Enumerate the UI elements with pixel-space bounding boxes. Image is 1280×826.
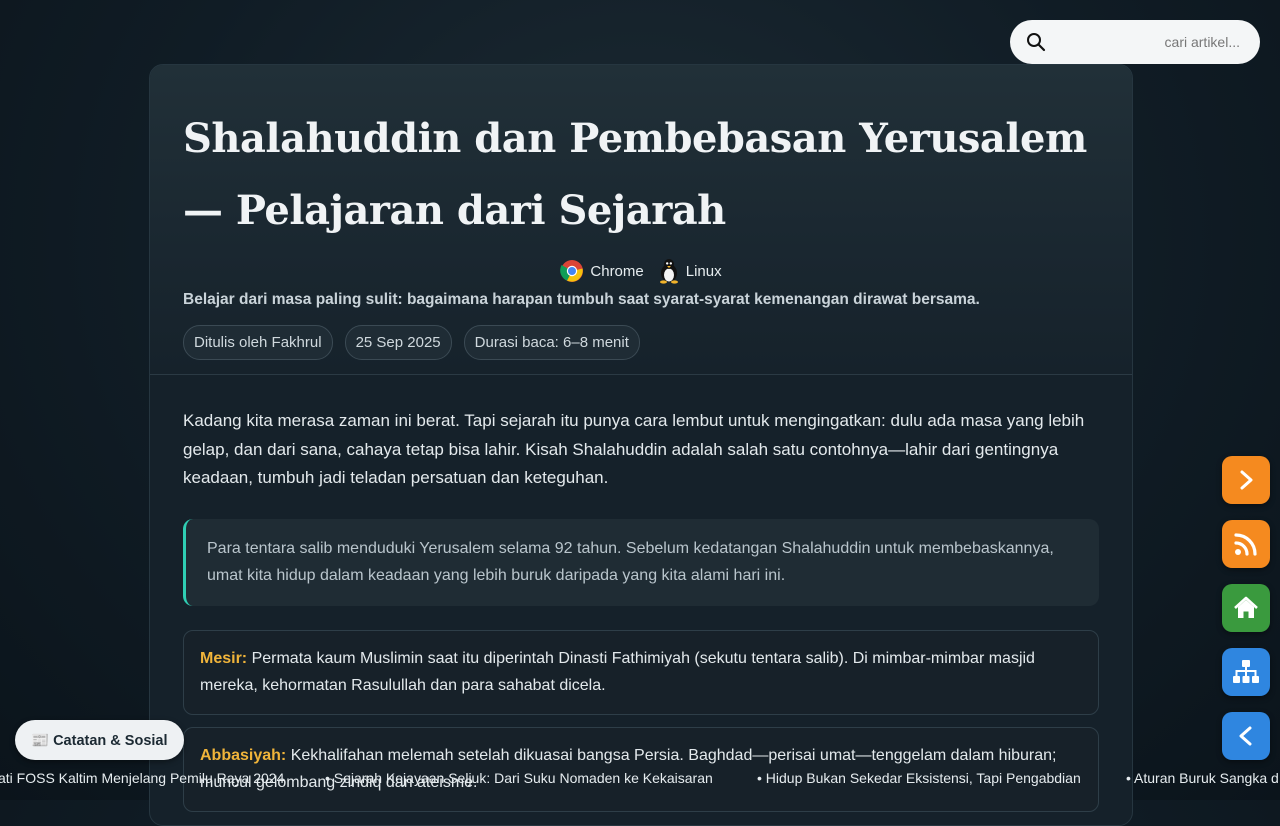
back-button[interactable] [1222, 712, 1270, 760]
article-card: Shalahuddin dan Pembebasan Yerusalem — P… [149, 64, 1133, 826]
next-button[interactable] [1222, 456, 1270, 504]
platform-badges: Chrome Linux [183, 257, 1099, 285]
linux-tux-icon [659, 259, 678, 284]
article-subtitle: Belajar dari masa paling sulit: bagaiman… [183, 291, 980, 308]
badge-chrome: Chrome [560, 259, 644, 283]
article-body: Kadang kita merasa zaman ini berat. Tapi… [150, 375, 1132, 812]
ticker-item[interactable]: • Aturan Buruk Sangka d [1126, 770, 1279, 786]
info-box-mesir: Mesir: Permata kaum Muslimin saat itu di… [183, 629, 1099, 715]
ticker-item[interactable]: • Hidup Bukan Sekedar Eksistensi, Tapi P… [757, 770, 1081, 786]
badge-linux-label: Linux [685, 262, 722, 280]
chevron-right-icon [1240, 470, 1253, 490]
author-pill: Ditulis oleh Fakhrul [183, 325, 333, 360]
article-header: Shalahuddin dan Pembebasan Yerusalem — P… [150, 65, 1132, 375]
search-bar[interactable] [1010, 20, 1260, 64]
sitemap-button[interactable] [1222, 648, 1270, 696]
chevron-left-icon [1239, 726, 1252, 746]
date-pill: 25 Sep 2025 [344, 325, 452, 360]
badge-chrome-label: Chrome [590, 262, 644, 280]
search-icon [1027, 33, 1046, 52]
home-button[interactable] [1222, 584, 1270, 632]
read-time-pill: Durasi baca: 6–8 menit [463, 325, 640, 360]
info-box-text: Permata kaum Muslimin saat itu diperinta… [200, 649, 1035, 695]
info-box-key: Abbasiyah: [200, 746, 287, 764]
ticker-item[interactable]: ati FOSS Kaltim Menjelang Pemilu Raya 20… [0, 770, 284, 786]
ticker-item[interactable]: • Sejarah Kejayaan Seljuk: Dari Suku Nom… [325, 770, 713, 786]
info-box-key: Mesir: [200, 649, 248, 667]
rss-icon [1234, 533, 1257, 556]
lead-paragraph: Kadang kita merasa zaman ini berat. Tapi… [183, 411, 1085, 487]
sitemap-icon [1233, 660, 1259, 683]
blockquote: Para tentara salib menduduki Yerusalem s… [183, 518, 1099, 606]
home-icon [1234, 596, 1258, 618]
badge-linux: Linux [658, 258, 722, 284]
catatan-sosial-button[interactable]: 📰 Catatan & Sosial [15, 720, 184, 760]
news-ticker: ati FOSS Kaltim Menjelang Pemilu Raya 20… [0, 768, 1280, 790]
article-title: Shalahuddin dan Pembebasan Yerusalem — P… [183, 115, 1087, 234]
search-input[interactable] [1046, 33, 1242, 51]
chrome-icon [560, 260, 584, 282]
article-meta: Ditulis oleh Fakhrul 25 Sep 2025 Durasi … [183, 325, 1099, 360]
rss-button[interactable] [1222, 520, 1270, 568]
